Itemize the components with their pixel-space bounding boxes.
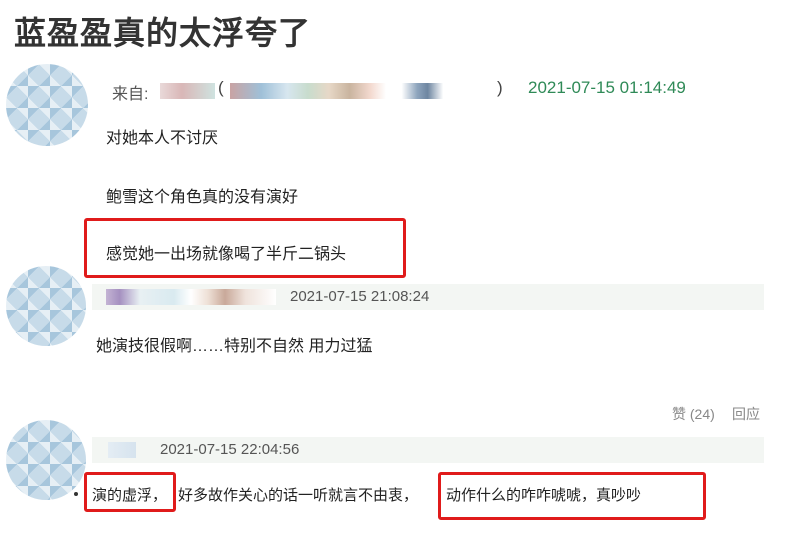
close-paren: ) <box>497 78 503 97</box>
highlight-box <box>84 472 176 512</box>
bullet-dot <box>74 492 78 496</box>
page-title: 蓝盈盈真的太浮夸了 <box>14 14 312 52</box>
comment-line: 鲍雪这个角色真的没有演好 <box>106 189 299 206</box>
avatar[interactable] <box>6 64 88 146</box>
redacted-username <box>108 442 136 458</box>
comment-timestamp: 2021-07-15 01:14:49 <box>528 78 686 97</box>
comment-timestamp: 2021-07-15 21:08:24 <box>290 288 430 305</box>
comment-source-label: 来自: <box>112 86 149 103</box>
like-button[interactable]: 赞 (24) <box>672 404 715 424</box>
open-paren: ( <box>218 78 224 97</box>
reply-button[interactable]: 回应 <box>732 404 760 424</box>
avatar[interactable] <box>6 420 86 500</box>
comment-line: 对她本人不讨厌 <box>106 130 219 147</box>
redacted-user-id <box>230 83 490 99</box>
avatar[interactable] <box>6 266 86 346</box>
comment-line: 她演技很假啊……特别不自然 用力过猛 <box>96 338 373 355</box>
highlight-box <box>84 218 406 278</box>
comment-timestamp: 2021-07-15 22:04:56 <box>160 441 300 458</box>
redacted-username <box>160 83 215 99</box>
highlight-box <box>438 472 706 520</box>
redacted-username <box>106 289 276 305</box>
comment-segment: 好多故作关心的话一听就言不由衷， <box>178 487 419 504</box>
